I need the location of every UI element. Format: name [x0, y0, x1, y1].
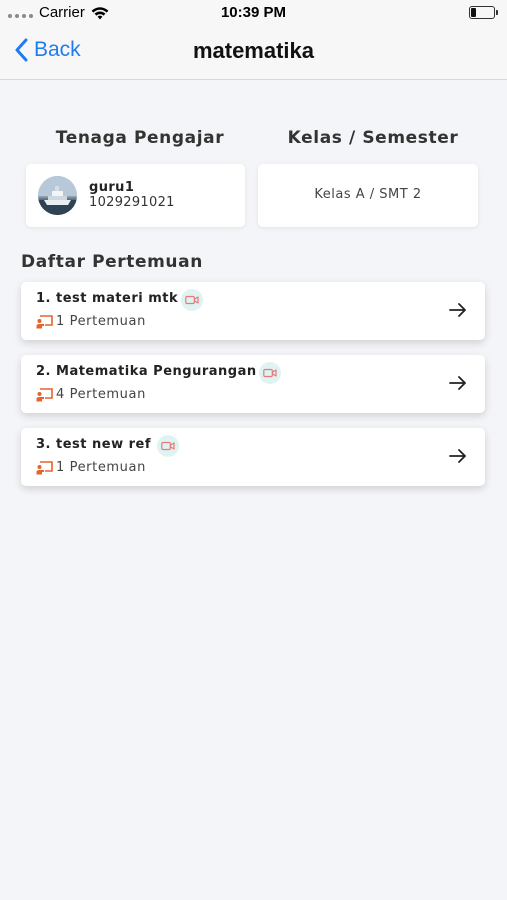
meetings-section-title: Daftar Pertemuan: [21, 252, 203, 272]
presentation-icon: [36, 460, 53, 474]
presentation-icon: [36, 387, 53, 401]
video-camera-icon: [259, 362, 281, 384]
meeting-count: 4 Pertemuan: [36, 387, 146, 402]
meeting-count-text: 4 Pertemuan: [56, 387, 146, 402]
avatar: [38, 176, 77, 215]
meeting-item-3[interactable]: 3. test new ref 1 Pertemuan: [21, 428, 485, 486]
meeting-item-1[interactable]: 1. test materi mtk 1 Pertemuan: [21, 282, 485, 340]
arrow-right-icon[interactable]: [449, 375, 467, 391]
meeting-item-2[interactable]: 2. Matematika Pengurangan 4 Pertemuan: [21, 355, 485, 413]
class-header: Kelas / Semester: [287, 128, 459, 148]
presentation-icon: [36, 314, 53, 328]
meeting-count-text: 1 Pertemuan: [56, 460, 146, 475]
teacher-id: 1029291021: [89, 195, 175, 210]
teacher-name: guru1: [89, 180, 135, 195]
class-semester-value: Kelas A / SMT 2: [314, 187, 422, 202]
meeting-count-text: 1 Pertemuan: [56, 314, 146, 329]
nav-bar: Back matematika: [0, 26, 507, 80]
page-title: matematika: [192, 38, 315, 63]
meeting-title: 3. test new ref: [36, 437, 152, 452]
class-card: Kelas A / SMT 2: [258, 164, 478, 227]
video-camera-icon: [157, 435, 179, 457]
teacher-header: Tenaga Pengajar: [55, 128, 225, 148]
battery-icon: [469, 6, 498, 19]
meeting-count: 1 Pertemuan: [36, 460, 146, 475]
meeting-count: 1 Pertemuan: [36, 314, 146, 329]
status-time: 10:39 PM: [220, 4, 287, 21]
teacher-card: guru1 1029291021: [26, 164, 245, 227]
meeting-list: 1. test materi mtk 1 Pertemuan 2. Matema…: [21, 282, 485, 501]
status-bar: Carrier 10:39 PM: [0, 0, 507, 26]
meeting-title: 1. test materi mtk: [36, 291, 179, 306]
meeting-title: 2. Matematika Pengurangan: [36, 364, 257, 379]
arrow-right-icon[interactable]: [449, 448, 467, 464]
arrow-right-icon[interactable]: [449, 302, 467, 318]
video-camera-icon: [181, 289, 203, 311]
